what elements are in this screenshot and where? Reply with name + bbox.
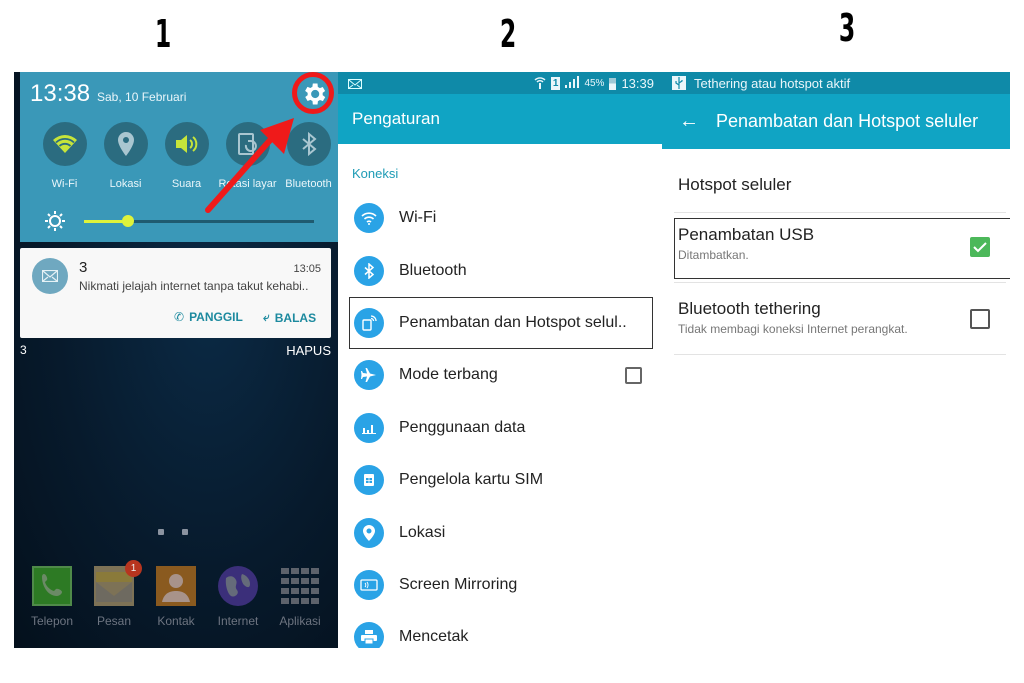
usb-icon bbox=[672, 76, 686, 90]
tethering-hotspot-screen: Tethering atau hotspot aktif ← Penambata… bbox=[662, 72, 1010, 648]
bluetooth-tethering-checkbox[interactable] bbox=[970, 309, 990, 329]
notification-message: Nikmati jelajah internet tanpa takut keh… bbox=[79, 279, 309, 293]
bluetooth-icon bbox=[354, 255, 384, 286]
brightness-icon bbox=[44, 210, 66, 237]
usb-tethering-item[interactable]: Penambatan USB Ditambatkan. bbox=[674, 213, 1010, 283]
settings-item-screen-mirroring[interactable]: Screen Mirroring bbox=[338, 559, 662, 611]
wifi-icon bbox=[354, 203, 384, 234]
message-avatar-icon bbox=[32, 258, 68, 294]
notification-count: 3 bbox=[20, 343, 27, 357]
sim-card-icon bbox=[354, 465, 384, 496]
phone-icon: ✆ bbox=[174, 310, 185, 324]
clear-all-button[interactable]: HAPUS bbox=[286, 343, 331, 358]
apps-grid-icon bbox=[280, 566, 320, 606]
notification-panel-screen: 13:38 Sab, 10 Februari Wi-Fi Lokasi Suar… bbox=[14, 72, 338, 648]
page-title: Pengaturan bbox=[338, 94, 662, 144]
app-dock: Telepon 1 Pesan Kontak Internet Aplikasi bbox=[16, 560, 336, 628]
status-bar: 1 45% 13:39 bbox=[338, 72, 662, 94]
unread-badge: 1 bbox=[125, 560, 142, 577]
location-icon bbox=[103, 122, 148, 166]
settings-item-sim-manager[interactable]: Pengelola kartu SIM bbox=[338, 454, 662, 506]
airplane-mode-checkbox[interactable] bbox=[625, 366, 642, 384]
messages-icon: 1 bbox=[94, 560, 142, 606]
notification-time: 13:05 bbox=[293, 263, 321, 275]
settings-item-data-usage[interactable]: Penggunaan data bbox=[338, 402, 662, 454]
bluetooth-tethering-item[interactable]: Bluetooth tethering Tidak membagi koneks… bbox=[674, 283, 1006, 355]
settings-item-airplane-mode[interactable]: Mode terbang bbox=[338, 349, 662, 401]
app-internet[interactable]: Internet bbox=[208, 566, 268, 628]
mobile-hotspot-item[interactable]: Hotspot seluler bbox=[674, 149, 1006, 213]
settings-list: Wi-Fi Bluetooth Penambatan dan Hotspot s… bbox=[338, 192, 662, 648]
home-page-dot bbox=[158, 529, 164, 535]
toggle-wifi[interactable]: Wi-Fi bbox=[34, 122, 95, 190]
page-title: Penambatan dan Hotspot seluler bbox=[716, 111, 979, 131]
screen-mirroring-icon bbox=[354, 569, 384, 600]
category-header: Koneksi bbox=[352, 166, 399, 181]
reply-button[interactable]: ⤶ BALAS bbox=[263, 310, 316, 325]
wifi-hotspot-icon bbox=[534, 75, 546, 92]
brightness-slider[interactable] bbox=[84, 215, 314, 227]
sim-icon: 1 bbox=[550, 77, 561, 90]
globe-icon bbox=[218, 566, 258, 606]
highlight-box bbox=[674, 218, 1010, 279]
annotation-arrow bbox=[205, 118, 294, 213]
page-indicator bbox=[158, 529, 188, 535]
wifi-icon bbox=[42, 122, 87, 166]
mail-notification-icon bbox=[348, 77, 362, 92]
clock: 13:38 bbox=[30, 80, 91, 107]
status-text: Tethering atau hotspot aktif bbox=[694, 75, 851, 91]
reply-icon: ⤶ bbox=[263, 310, 270, 324]
battery-percent: 45% bbox=[584, 78, 605, 89]
contacts-icon bbox=[156, 566, 196, 606]
page-dot bbox=[182, 529, 188, 535]
call-button[interactable]: ✆ PANGGIL bbox=[174, 310, 243, 324]
settings-item-bluetooth[interactable]: Bluetooth bbox=[338, 244, 662, 296]
hotspot-icon bbox=[354, 307, 384, 338]
status-time: 13:39 bbox=[621, 76, 654, 91]
app-kontak[interactable]: Kontak bbox=[146, 566, 206, 628]
app-aplikasi[interactable]: Aplikasi bbox=[270, 566, 330, 628]
back-arrow-icon[interactable]: ← bbox=[662, 110, 716, 133]
airplane-icon bbox=[354, 360, 384, 391]
step-number-1: 1 bbox=[154, 12, 171, 56]
app-pesan[interactable]: 1 Pesan bbox=[84, 560, 144, 628]
app-telepon[interactable]: Telepon bbox=[22, 566, 82, 628]
settings-item-tethering-hotspot[interactable]: Penambatan dan Hotspot selul.. bbox=[349, 296, 653, 350]
signal-icon bbox=[565, 76, 580, 91]
phone-icon bbox=[32, 566, 72, 606]
printer-icon bbox=[354, 622, 384, 648]
location-icon bbox=[354, 517, 384, 548]
settings-screen: 1 45% 13:39 Pengaturan Koneksi Wi-Fi Blu… bbox=[338, 72, 662, 648]
settings-item-wifi[interactable]: Wi-Fi bbox=[338, 192, 662, 244]
checkmark-icon bbox=[973, 242, 987, 253]
step-number-3: 3 bbox=[838, 6, 855, 50]
annotation-circle bbox=[292, 72, 334, 114]
date: Sab, 10 Februari bbox=[97, 90, 187, 104]
notification-card[interactable]: 3 13:05 Nikmati jelajah internet tanpa t… bbox=[20, 248, 331, 338]
step-number-2: 2 bbox=[499, 12, 516, 56]
app-bar: ← Penambatan dan Hotspot seluler bbox=[662, 94, 1010, 149]
settings-item-location[interactable]: Lokasi bbox=[338, 506, 662, 558]
usb-tethering-checkbox[interactable] bbox=[970, 237, 990, 257]
toggle-location[interactable]: Lokasi bbox=[95, 122, 156, 190]
battery-icon bbox=[609, 77, 617, 90]
data-usage-icon bbox=[354, 412, 384, 443]
brightness-knob[interactable] bbox=[121, 215, 134, 227]
settings-item-printing[interactable]: Mencetak bbox=[338, 611, 662, 648]
notification-sender: 3 bbox=[79, 259, 88, 276]
status-bar: Tethering atau hotspot aktif bbox=[662, 72, 1010, 94]
